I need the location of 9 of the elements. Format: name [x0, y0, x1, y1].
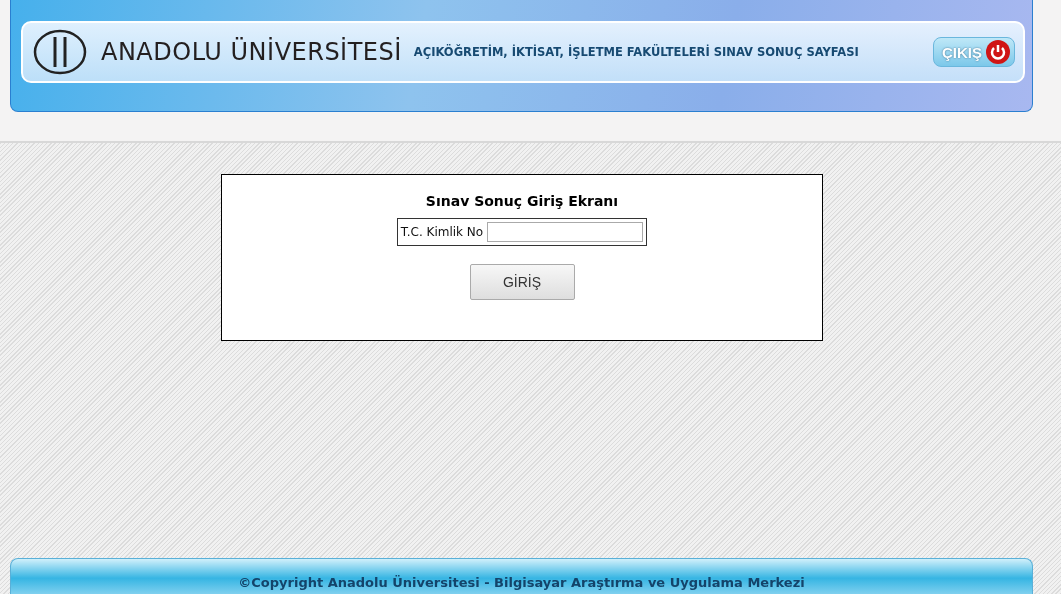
field-label: T.C. Kimlik No [400, 225, 484, 239]
copyright-text: ©Copyright Anadolu Üniversitesi - Bilgisayar Araştırma ve Uygulama Merkezi [238, 575, 805, 590]
page-title: AÇIKÖĞRETİM, İKTİSAT, İŞLETME FAKÜLTELERİ SINAV SONUÇ SAYFASI [413, 45, 859, 59]
login-title: Sınav Sonuç Giriş Ekranı [425, 193, 619, 209]
power-icon [986, 40, 1010, 64]
logo-icon [33, 29, 87, 75]
login-button[interactable]: GİRİŞ [469, 264, 575, 300]
university-name: ANADOLU ÜNİVERSİTESİ [101, 38, 402, 66]
id-number-field[interactable] [487, 222, 644, 242]
